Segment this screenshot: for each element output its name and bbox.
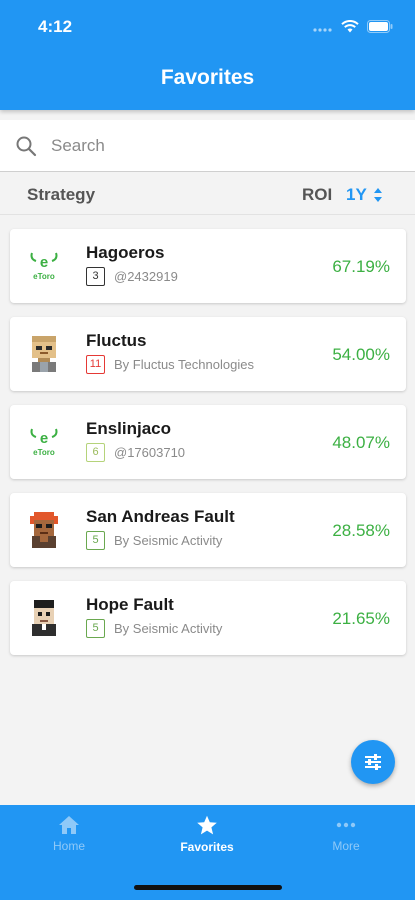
pixel-redhair-avatar: [24, 510, 64, 550]
tab-home[interactable]: Home: [0, 815, 138, 865]
app-header: 4:12 Favorites: [0, 0, 415, 110]
period-value: 1Y: [346, 185, 367, 204]
page-title: Favorites: [160, 66, 255, 89]
period-selector[interactable]: 1Y: [346, 183, 383, 207]
strategy-subtitle: By Fluctus Technologies: [114, 357, 254, 372]
risk-score-badge: 3: [86, 267, 105, 286]
roi-column-label: ROI: [302, 185, 333, 204]
signal-icon: [313, 28, 332, 32]
risk-score-badge: 5: [86, 619, 105, 638]
roi-value: 28.58%: [332, 521, 390, 540]
tab-favorites[interactable]: Favorites: [138, 815, 276, 865]
filter-button[interactable]: [351, 740, 395, 784]
favorites-list: e eToro Hagoeros 3 @2432919 67.19% Fluct…: [10, 229, 406, 669]
svg-text:eToro: eToro: [33, 272, 55, 281]
strategy-card[interactable]: e eToro Enslinjaco 6 @17603710 48.07%: [10, 405, 406, 479]
pixel-robot-avatar: [24, 334, 64, 374]
svg-text:e: e: [40, 254, 48, 271]
risk-score-badge: 6: [86, 443, 105, 462]
strategy-name: Fluctus: [86, 331, 147, 350]
strategy-card[interactable]: Hope Fault 5 By Seismic Activity 21.65%: [10, 581, 406, 655]
search-icon: [16, 136, 37, 156]
strategy-subtitle: @2432919: [114, 269, 178, 284]
wifi-icon: [341, 19, 359, 32]
etoro-logo-icon: e eToro: [24, 422, 64, 462]
star-icon: [197, 815, 217, 835]
etoro-logo-icon: e eToro: [24, 246, 64, 286]
roi-value: 21.65%: [332, 609, 390, 628]
tab-more[interactable]: More: [277, 815, 415, 865]
status-time: 4:12: [38, 17, 73, 36]
strategy-subtitle: By Seismic Activity: [114, 533, 223, 548]
risk-score-badge: 5: [86, 531, 105, 550]
column-header: Strategy ROI 1Y: [0, 173, 415, 215]
search-bar: [0, 120, 415, 172]
strategy-column-label: Strategy: [27, 185, 96, 204]
roi-value: 67.19%: [332, 257, 390, 276]
sliders-icon: [365, 754, 381, 770]
svg-text:e: e: [40, 430, 48, 447]
strategy-name: Hagoeros: [86, 243, 165, 262]
pixel-darkhair-avatar: [24, 598, 64, 638]
search-input[interactable]: [51, 135, 371, 156]
roi-value: 48.07%: [332, 433, 390, 452]
strategy-card[interactable]: San Andreas Fault 5 By Seismic Activity …: [10, 493, 406, 567]
strategy-card[interactable]: Fluctus 11 By Fluctus Technologies 54.00…: [10, 317, 406, 391]
status-icons: [313, 18, 393, 34]
strategy-subtitle: By Seismic Activity: [114, 621, 223, 636]
home-icon: [59, 816, 79, 834]
roi-value: 54.00%: [332, 345, 390, 364]
sort-updown-icon: [373, 188, 382, 202]
strategy-card[interactable]: e eToro Hagoeros 3 @2432919 67.19%: [10, 229, 406, 303]
svg-text:eToro: eToro: [33, 448, 55, 457]
home-indicator: [134, 885, 282, 890]
strategy-name: Enslinjaco: [86, 419, 172, 438]
tab-label: Home: [52, 839, 85, 853]
risk-score-badge: 11: [86, 355, 105, 374]
battery-icon: [367, 19, 393, 33]
tab-label: Favorites: [180, 840, 234, 854]
more-dots-icon: [336, 822, 356, 828]
strategy-name: Hope Fault: [86, 595, 174, 614]
strategy-subtitle: @17603710: [114, 445, 186, 460]
strategy-name: San Andreas Fault: [86, 507, 235, 526]
tab-label: More: [332, 839, 360, 853]
